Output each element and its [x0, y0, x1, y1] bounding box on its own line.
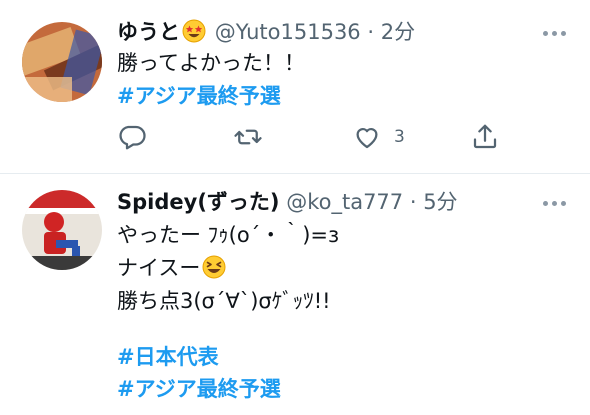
timestamp[interactable]: 5分 [423, 190, 457, 214]
tweet[interactable]: Spidey(ずった) @ko_ta777 · 5分 やったー ﾌｩ(o´・｀)… [0, 174, 590, 415]
tweet-text-line: 勝ってよかった！！ [117, 51, 305, 75]
retweet-icon[interactable] [233, 122, 263, 152]
separator-dot: · [403, 190, 424, 214]
hashtag-link[interactable]: #日本代表 [117, 342, 219, 372]
like-count: 3 [394, 127, 405, 147]
more-icon[interactable] [543, 28, 567, 38]
more-icon[interactable] [543, 198, 567, 208]
tweet-header: ゆうと @Yuto151536 · 2分 [117, 17, 415, 47]
grinning-squinting-emoji [202, 255, 226, 287]
star-struck-emoji [182, 19, 206, 51]
reply-icon[interactable] [117, 122, 147, 152]
timestamp[interactable]: 2分 [381, 20, 415, 44]
handle[interactable]: @Yuto151536 [215, 20, 361, 44]
display-name[interactable]: ゆうと [117, 20, 180, 44]
hashtag-link[interactable]: #アジア最終予選 [117, 81, 281, 111]
tweet-text-line: やったー ﾌｩ(o´・｀)=з [117, 223, 340, 247]
display-name[interactable]: Spidey(ずった) [117, 190, 280, 214]
tweet-text-line: ナイスー [117, 253, 228, 287]
tweet-text-line: 勝ち点3(σ´∀`)σｹﾞｯﾂ!! [117, 289, 331, 313]
hashtag-link[interactable]: #アジア最終予選 [117, 374, 281, 404]
separator-dot: · [360, 20, 381, 44]
tweet[interactable]: ゆうと @Yuto151536 · 2分 勝ってよかった！！ #アジア最終予選 … [0, 0, 590, 173]
tweet-text-segment: ナイスー [117, 256, 201, 280]
handle[interactable]: @ko_ta777 [286, 190, 403, 214]
share-icon[interactable] [470, 122, 500, 152]
tweet-header: Spidey(ずった) @ko_ta777 · 5分 [117, 187, 458, 217]
avatar[interactable] [22, 22, 102, 102]
like-icon[interactable] [352, 122, 382, 152]
avatar[interactable] [22, 190, 102, 270]
